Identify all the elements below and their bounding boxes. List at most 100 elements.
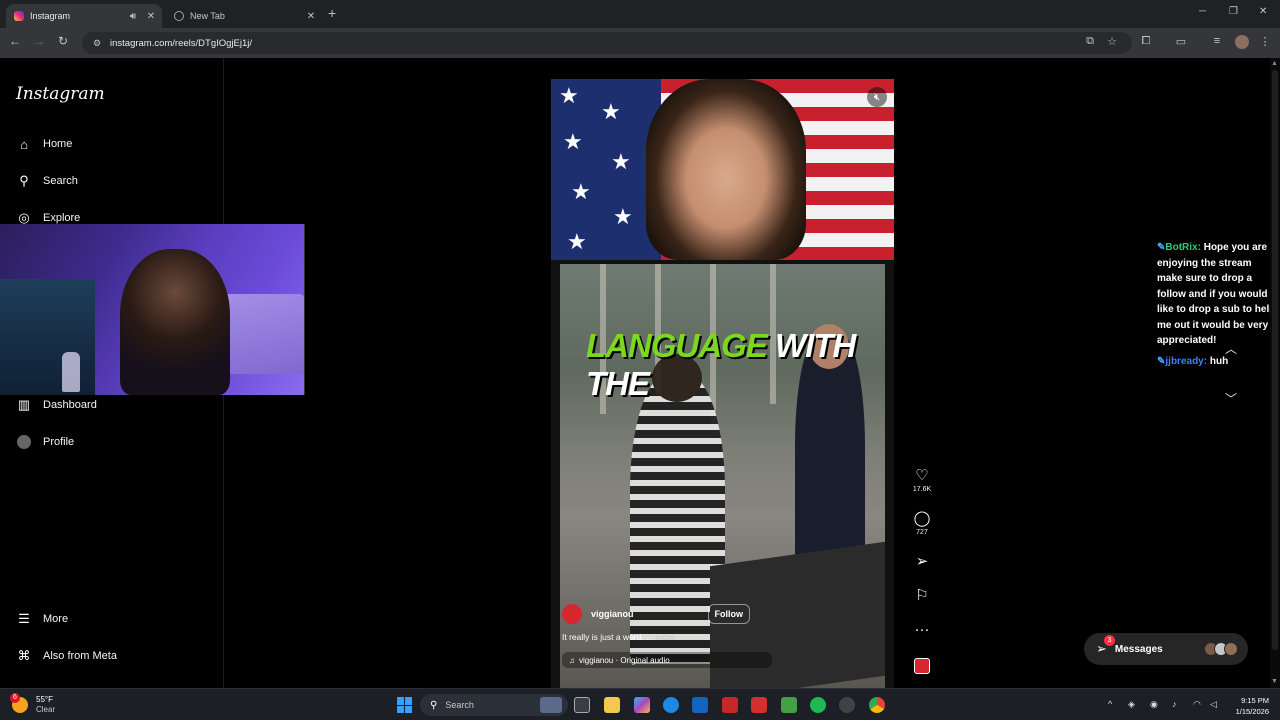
windows-start-icon[interactable] xyxy=(397,697,413,713)
site-info-icon[interactable]: ⚙ xyxy=(90,38,104,49)
chat-text: huh xyxy=(1207,355,1229,367)
page-scrollbar[interactable]: ▲ ▼ xyxy=(1270,58,1280,688)
bookmark-star-icon[interactable]: ☆ xyxy=(1105,35,1119,48)
menu-kebab-icon[interactable]: ⋮ xyxy=(1258,35,1272,48)
sidebar-item-label: Dashboard xyxy=(43,399,97,411)
obs-icon[interactable] xyxy=(839,697,855,713)
star-icon: ★ xyxy=(559,83,579,108)
audio-link[interactable]: ♫ viggianou · Original audio xyxy=(562,652,772,668)
antivirus-icon[interactable] xyxy=(722,697,738,713)
sidebar-item-profile[interactable]: Profile xyxy=(16,432,74,452)
weather-sun-icon: 6 xyxy=(10,693,28,713)
save-button[interactable]: ⚐ xyxy=(910,588,934,604)
avatar xyxy=(1224,642,1238,656)
task-view-icon[interactable] xyxy=(574,697,590,713)
spotify-icon[interactable] xyxy=(810,697,826,713)
reel-description: It really is just a word. ... more xyxy=(562,632,882,642)
messages-badge: 3 xyxy=(1104,635,1115,646)
copilot-icon[interactable] xyxy=(634,697,650,713)
tab-new-tab[interactable]: New Tab ✕ xyxy=(166,4,322,28)
browser-profile-avatar[interactable] xyxy=(1235,35,1249,49)
instagram-logo[interactable]: Instagram xyxy=(16,84,105,104)
more-options-button[interactable]: ··· xyxy=(910,622,934,638)
star-icon: ★ xyxy=(563,129,583,154)
new-tab-icon[interactable]: + xyxy=(328,5,336,21)
browser-toolbar: ← → ↻ ⚙ instagram.com/reels/DTgIOgjEj1j/… xyxy=(0,28,1280,58)
dashboard-icon: ▥ xyxy=(17,397,31,412)
taskbar-search-label: Search xyxy=(445,700,474,710)
chat-message: ✎jjbready: huh xyxy=(1157,354,1277,370)
extensions-icon[interactable]: ⧠ xyxy=(1139,35,1153,48)
scroll-down-icon[interactable]: ▼ xyxy=(1271,678,1278,685)
profile-icon xyxy=(16,434,32,450)
volume-icon[interactable]: ◁ xyxy=(1210,699,1217,710)
app-l-icon[interactable] xyxy=(751,697,767,713)
sidebar-item-label: Explore xyxy=(43,212,81,224)
windows-taskbar: 6 55°F Clear ⚲ Search ^ ◈ ◉ ♪ ◠ ◁ 9:15 P… xyxy=(0,688,1280,720)
close-tab-icon[interactable]: ✕ xyxy=(144,11,158,22)
chevron-down-icon[interactable]: ﹀ xyxy=(1221,390,1241,407)
system-clock[interactable]: 9:15 PM 1/15/2026 xyxy=(1225,695,1269,717)
sidebar-item-more[interactable]: ☰ More xyxy=(16,609,68,629)
file-explorer-icon[interactable] xyxy=(604,697,620,713)
instagram-favicon-icon xyxy=(14,11,24,21)
follow-button[interactable]: Follow xyxy=(707,604,750,624)
like-count: 17.6K xyxy=(912,486,932,493)
search-icon: ⚲ xyxy=(430,699,438,711)
audio-thumbnail[interactable] xyxy=(914,658,930,674)
like-button[interactable]: ♡ 17.6K xyxy=(910,468,934,494)
media-icon[interactable]: ≡ xyxy=(1210,35,1224,47)
forward-icon[interactable]: → xyxy=(31,34,47,48)
close-window-icon[interactable]: ✕ xyxy=(1259,6,1267,17)
chat-username: BotRix: xyxy=(1165,242,1201,253)
sidebar-item-label: Also from Meta xyxy=(43,650,117,662)
messages-button[interactable]: ➢ 3 Messages xyxy=(1084,633,1248,665)
address-bar[interactable]: ⚙ instagram.com/reels/DTgIOgjEj1j/ xyxy=(82,32,1132,54)
sidebar-item-home[interactable]: ⌂ Home xyxy=(16,134,72,154)
audio-label: viggianou · Original audio xyxy=(579,655,670,665)
xbox-icon[interactable] xyxy=(781,697,797,713)
unmute-icon[interactable]: 🔇︎ xyxy=(867,87,887,107)
minimize-icon[interactable]: ─ xyxy=(1199,6,1206,17)
speaker-icon[interactable]: 🔊︎ xyxy=(126,11,140,22)
edge-icon[interactable] xyxy=(663,697,679,713)
star-icon: ★ xyxy=(571,179,591,204)
webcam-background-shelf xyxy=(0,279,95,395)
store-icon[interactable] xyxy=(692,697,708,713)
sidebar-item-label: More xyxy=(43,613,69,625)
back-icon[interactable]: ← xyxy=(7,34,23,48)
install-app-icon[interactable]: ⧉ xyxy=(1083,35,1097,48)
search-highlight-icon[interactable] xyxy=(540,697,562,713)
weather-widget[interactable]: 6 55°F Clear xyxy=(10,693,55,715)
share-button[interactable]: ➢ xyxy=(910,554,934,570)
close-tab-icon[interactable]: ✕ xyxy=(304,11,318,22)
tab-title: New Tab xyxy=(190,11,225,21)
description-text: It really is just a word. ... xyxy=(562,632,654,642)
tray-app-icon[interactable]: ◈ xyxy=(1128,699,1135,710)
split-view-icon[interactable]: ▭ xyxy=(1174,35,1188,48)
more-link[interactable]: more xyxy=(656,632,675,642)
chevron-up-icon[interactable]: ^ xyxy=(1108,699,1112,709)
tab-title: Instagram xyxy=(30,11,71,21)
tab-instagram[interactable]: Instagram 🔊︎ ✕ xyxy=(6,4,162,28)
author-avatar[interactable] xyxy=(562,604,582,624)
reload-icon[interactable]: ↻ xyxy=(55,34,71,48)
globe-icon xyxy=(174,11,184,21)
author-username[interactable]: viggianou xyxy=(591,609,634,619)
tray-app-icon[interactable]: ◉ xyxy=(1150,699,1158,710)
scroll-up-icon[interactable]: ▲ xyxy=(1271,60,1278,67)
sidebar-item-search[interactable]: ⚲ Search xyxy=(16,171,78,191)
restore-icon[interactable]: ❐ xyxy=(1229,6,1238,17)
comment-icon: ◯ xyxy=(913,510,931,527)
flag-canton: ★ ★ ★ ★ ★ ★ ★ xyxy=(551,79,661,260)
microphone-icon[interactable]: ♪ xyxy=(1172,699,1177,709)
chrome-icon[interactable] xyxy=(869,697,885,713)
recent-contacts xyxy=(1204,642,1238,656)
scrollbar-thumb[interactable] xyxy=(1272,70,1278,650)
comment-button[interactable]: ◯ 727 xyxy=(910,510,934,537)
wifi-icon[interactable]: ◠ xyxy=(1193,699,1201,710)
sidebar-item-also-from-meta[interactable]: ⌘ Also from Meta xyxy=(16,646,117,666)
reel-video[interactable]: ★ ★ ★ ★ ★ ★ ★ 🔇︎ LANGUAGE WITH THE viggi… xyxy=(551,79,894,688)
bookmark-icon: ⚐ xyxy=(915,587,929,604)
sidebar-item-dashboard[interactable]: ▥ Dashboard xyxy=(16,395,97,415)
